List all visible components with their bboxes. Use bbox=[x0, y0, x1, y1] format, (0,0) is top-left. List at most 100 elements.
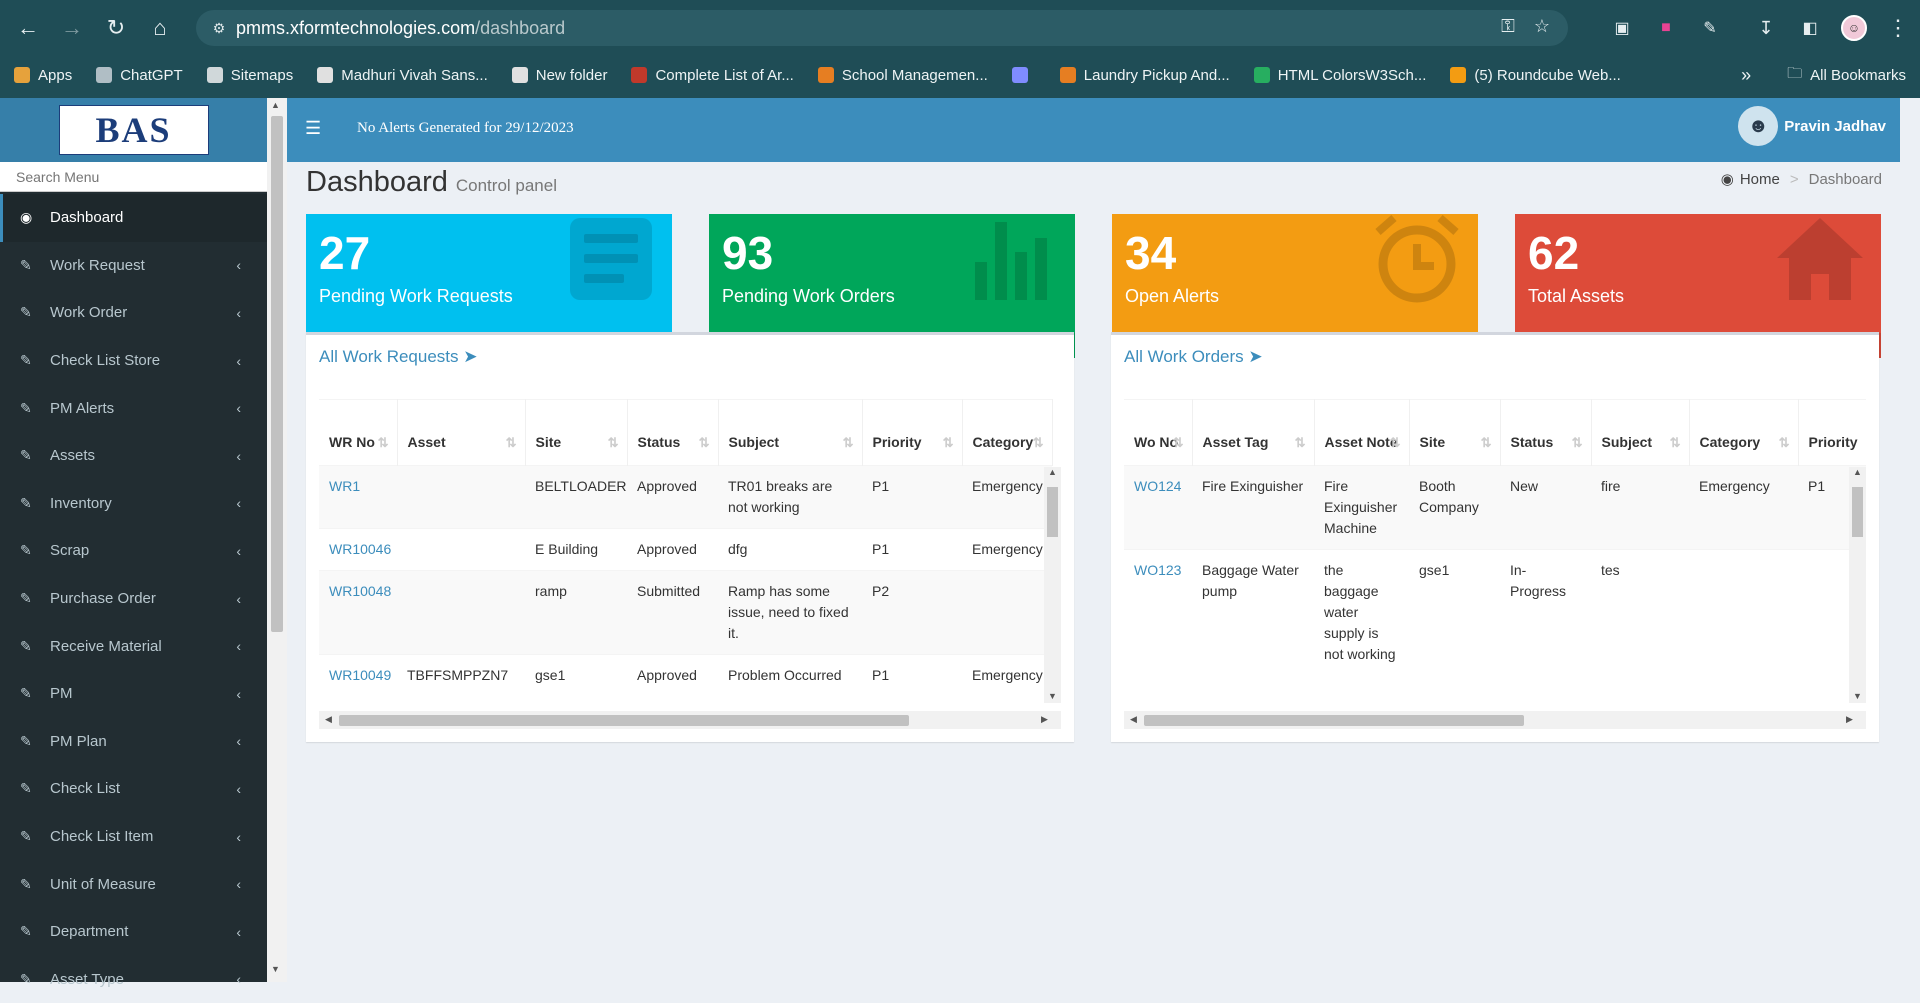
breadcrumb-home[interactable]: Home bbox=[1740, 171, 1780, 188]
forward-icon[interactable]: → bbox=[50, 6, 94, 50]
sidebar-item-check-list-item[interactable]: ✎Check List Item‹ bbox=[0, 813, 267, 861]
wo-vertical-scrollbar[interactable]: ▲ ▼ bbox=[1849, 467, 1866, 703]
sidebar-item-asset-type[interactable]: ✎Asset Type‹ bbox=[0, 956, 267, 1003]
column-header[interactable]: Priority⇅ bbox=[862, 400, 962, 466]
bookmark-item[interactable]: Madhuri Vivah Sans... bbox=[317, 67, 487, 84]
bookmark-item[interactable]: HTML ColorsW3Sch... bbox=[1254, 67, 1427, 84]
sidebar-item-department[interactable]: ✎Department‹ bbox=[0, 908, 267, 956]
column-header[interactable]: Category⇅ bbox=[962, 400, 1052, 466]
download-icon[interactable]: ↧ bbox=[1744, 6, 1788, 50]
bookmark-item[interactable]: Sitemaps bbox=[207, 67, 294, 84]
back-icon[interactable]: ← bbox=[6, 6, 50, 50]
sidebar-scrollbar[interactable]: ▲ ▼ bbox=[267, 98, 287, 982]
table-cell: Baggage Water pump bbox=[1192, 550, 1314, 676]
sidebar-item-work-order[interactable]: ✎Work Order‹ bbox=[0, 289, 267, 337]
bookmark-item[interactable] bbox=[1012, 67, 1036, 83]
sort-icon[interactable]: ⇅ bbox=[1572, 432, 1583, 453]
menu-dots-icon[interactable]: ⋮ bbox=[1876, 6, 1920, 50]
column-header[interactable]: Asset Note⇅ bbox=[1314, 400, 1409, 466]
site-info-icon[interactable]: ⚙ bbox=[204, 20, 234, 37]
scroll-down-icon[interactable]: ▼ bbox=[271, 964, 280, 974]
sort-icon[interactable]: ⇅ bbox=[1173, 432, 1184, 453]
sort-icon[interactable]: ⇅ bbox=[843, 432, 854, 453]
bookmark-item[interactable]: (5) Roundcube Web... bbox=[1450, 67, 1620, 84]
address-bar[interactable]: ⚙ pmms.xformtechnologies.com/dashboard ⚿… bbox=[196, 10, 1568, 46]
wr-horizontal-scrollbar[interactable]: ◀ ▶ bbox=[319, 711, 1061, 729]
wr-vertical-scrollbar[interactable]: ▲ ▼ bbox=[1044, 467, 1061, 703]
column-header[interactable]: WR No⇅ bbox=[319, 400, 397, 466]
scroll-up-icon[interactable]: ▲ bbox=[271, 100, 280, 110]
wo-horizontal-scrollbar[interactable]: ◀ ▶ bbox=[1124, 711, 1866, 729]
record-link[interactable]: WO123 bbox=[1134, 562, 1181, 578]
user-menu[interactable]: ☻ Pravin Jadhav bbox=[1738, 106, 1886, 146]
bookmark-item[interactable]: Laundry Pickup And... bbox=[1060, 67, 1230, 84]
sort-icon[interactable]: ⇅ bbox=[1033, 432, 1044, 453]
sidebar-item-pm-alerts[interactable]: ✎PM Alerts‹ bbox=[0, 384, 267, 432]
sidebar-scroll-thumb[interactable] bbox=[271, 116, 283, 632]
bas-logo[interactable]: BAS bbox=[59, 105, 209, 155]
all-work-requests-link[interactable]: All Work Requests ➤ bbox=[319, 347, 477, 367]
all-bookmarks[interactable]: All Bookmarks bbox=[1810, 67, 1906, 84]
search-menu-input[interactable] bbox=[0, 162, 267, 191]
side-panel-icon[interactable]: ◧ bbox=[1788, 6, 1832, 50]
bookmark-star-icon[interactable]: ☆ bbox=[1530, 16, 1554, 40]
column-header[interactable]: Status⇅ bbox=[1500, 400, 1591, 466]
column-header[interactable]: Wo No⇅ bbox=[1124, 400, 1192, 466]
all-work-orders-link[interactable]: All Work Orders ➤ bbox=[1124, 347, 1263, 367]
column-header[interactable]: Subject⇅ bbox=[718, 400, 862, 466]
table-cell: WR1 bbox=[319, 466, 397, 529]
sidebar-item-check-list[interactable]: ✎Check List‹ bbox=[0, 765, 267, 813]
sort-icon[interactable]: ⇅ bbox=[1670, 432, 1681, 453]
reload-icon[interactable]: ↻ bbox=[94, 6, 138, 50]
sidebar-item-work-request[interactable]: ✎Work Request‹ bbox=[0, 242, 267, 290]
sidebar-item-unit-of-measure[interactable]: ✎Unit of Measure‹ bbox=[0, 860, 267, 908]
profile-icon[interactable]: ☺ bbox=[1832, 6, 1876, 50]
bookmark-item[interactable]: Complete List of Ar... bbox=[631, 67, 793, 84]
sidebar-item-receive-material[interactable]: ✎Receive Material‹ bbox=[0, 622, 267, 670]
bookmark-item[interactable]: New folder bbox=[512, 67, 608, 84]
sidebar-item-inventory[interactable]: ✎Inventory‹ bbox=[0, 480, 267, 528]
sidebar-item-pm-plan[interactable]: ✎PM Plan‹ bbox=[0, 718, 267, 766]
sort-icon[interactable]: ⇅ bbox=[1295, 432, 1306, 453]
column-header[interactable]: Priority⇅ bbox=[1798, 400, 1866, 466]
sort-icon[interactable]: ⇅ bbox=[1390, 432, 1401, 453]
sidebar-item-check-list-store[interactable]: ✎Check List Store‹ bbox=[0, 337, 267, 385]
record-link[interactable]: WR10048 bbox=[329, 583, 391, 599]
bookmark-item[interactable]: Apps bbox=[14, 67, 72, 84]
sort-icon[interactable]: ⇅ bbox=[1779, 432, 1790, 453]
sort-icon[interactable]: ⇅ bbox=[506, 432, 517, 453]
column-header[interactable]: Status⇅ bbox=[627, 400, 718, 466]
tab-search-icon[interactable]: ▣ bbox=[1600, 6, 1644, 50]
column-header[interactable]: Site⇅ bbox=[1409, 400, 1500, 466]
hamburger-icon[interactable]: ☰ bbox=[305, 118, 321, 139]
sidebar-item-dashboard[interactable]: ◉Dashboard bbox=[0, 194, 267, 242]
sort-icon[interactable]: ⇅ bbox=[608, 432, 619, 453]
logo-area: BAS bbox=[0, 98, 267, 162]
column-header[interactable]: Site⇅ bbox=[525, 400, 627, 466]
sort-icon[interactable]: ⇅ bbox=[378, 432, 389, 453]
sort-icon[interactable]: ⇅ bbox=[699, 432, 710, 453]
record-link[interactable]: WR10046 bbox=[329, 541, 391, 557]
bookmark-item[interactable]: School Managemen... bbox=[818, 67, 988, 84]
record-link[interactable]: WO124 bbox=[1134, 478, 1181, 494]
column-header[interactable]: Subject⇅ bbox=[1591, 400, 1689, 466]
home-icon[interactable]: ⌂ bbox=[138, 6, 182, 50]
sidebar-item-purchase-order[interactable]: ✎Purchase Order‹ bbox=[0, 575, 267, 623]
password-key-icon[interactable]: ⚿ bbox=[1496, 16, 1520, 40]
work-orders-table: Wo No⇅Asset Tag⇅Asset Note⇅Site⇅Status⇅S… bbox=[1124, 399, 1866, 709]
column-header[interactable]: Category⇅ bbox=[1689, 400, 1798, 466]
record-link[interactable]: WR1 bbox=[329, 478, 360, 494]
column-header[interactable]: Asset Tag⇅ bbox=[1192, 400, 1314, 466]
puzzle-icon[interactable]: ✎ bbox=[1688, 6, 1732, 50]
sort-icon[interactable]: ⇅ bbox=[943, 432, 954, 453]
edit-icon: ✎ bbox=[20, 876, 36, 893]
sort-icon[interactable]: ⇅ bbox=[1481, 432, 1492, 453]
more-bookmarks-icon[interactable]: » bbox=[1741, 65, 1751, 86]
record-link[interactable]: WR10049 bbox=[329, 667, 391, 683]
sidebar-item-pm[interactable]: ✎PM‹ bbox=[0, 670, 267, 718]
sidebar-item-assets[interactable]: ✎Assets‹ bbox=[0, 432, 267, 480]
bookmark-item[interactable]: ChatGPT bbox=[96, 67, 183, 84]
sidebar-item-scrap[interactable]: ✎Scrap‹ bbox=[0, 527, 267, 575]
column-header[interactable]: Asset⇅ bbox=[397, 400, 525, 466]
extension-icon[interactable]: ■ bbox=[1644, 6, 1688, 50]
